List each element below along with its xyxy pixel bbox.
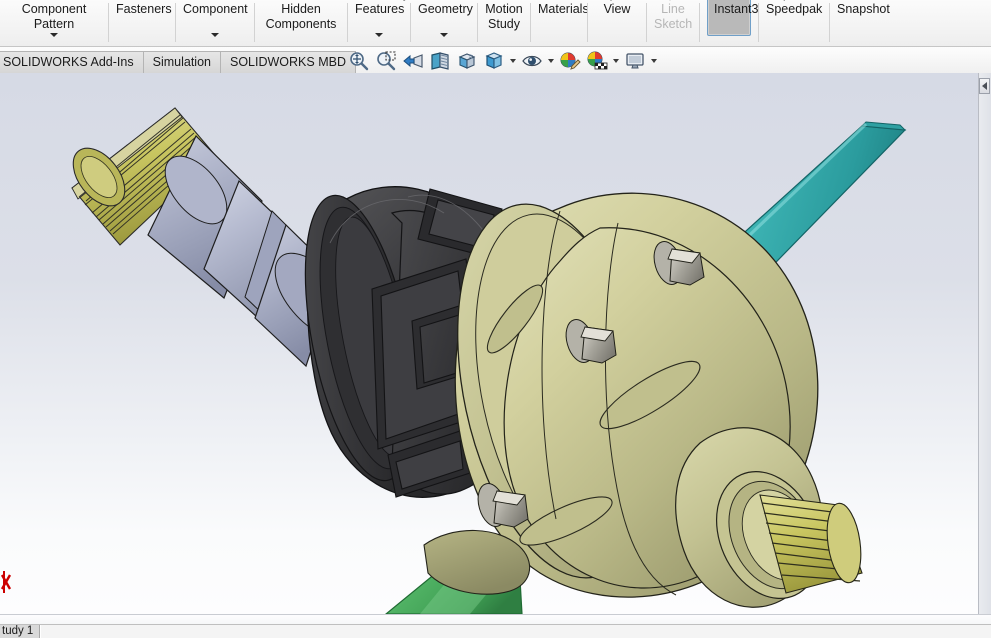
ribbon-button-label: Bill of Materials xyxy=(538,0,587,16)
edit-appearance-icon[interactable] xyxy=(556,49,583,73)
tab-solidworks-mbd[interactable]: SOLIDWORKS MBD xyxy=(219,51,356,73)
previous-view-icon[interactable] xyxy=(399,49,426,73)
chevron-down-icon[interactable] xyxy=(507,49,518,73)
chevron-down-icon[interactable] xyxy=(545,49,556,73)
model-3d-view[interactable] xyxy=(0,73,991,614)
ribbon-button-label: Explode Line Sketch xyxy=(654,0,699,31)
ribbon-button-label: Assembly Features xyxy=(355,0,409,16)
right-edge-panel xyxy=(978,73,991,614)
ribbon-button-label: Reference Geometry xyxy=(418,0,476,16)
study-tab[interactable]: tudy 1 xyxy=(0,625,41,638)
ribbon-button-update-speedpak[interactable]: Update Speedpak xyxy=(759,0,829,46)
status-bar: tudy 1 xyxy=(0,624,991,638)
hide-show-items-icon[interactable] xyxy=(518,49,545,73)
ribbon-button-linear-component-pattern[interactable]: Linear Component Pattern xyxy=(0,0,108,46)
graphics-bottom-gap xyxy=(0,614,991,624)
ribbon-button-show-hidden-components[interactable]: Show Hidden Components xyxy=(255,0,347,46)
ribbon-button-take-snapshot[interactable]: Take Snapshot xyxy=(830,0,896,46)
chevron-down-icon[interactable] xyxy=(648,49,659,73)
ribbon-button-label: Linear Component Pattern xyxy=(21,0,87,31)
tab-simulation[interactable]: Simulation xyxy=(142,51,221,73)
ribbon-button-exploded-view[interactable]: Exploded View xyxy=(588,0,646,46)
section-view-icon[interactable] xyxy=(426,49,453,73)
ribbon-button-label: Exploded View xyxy=(595,0,646,16)
zoom-to-area-icon[interactable] xyxy=(372,49,399,73)
chevron-down-icon[interactable] xyxy=(375,33,383,37)
ribbon-button-explode-line-sketch: Explode Line Sketch xyxy=(647,0,699,46)
apply-scene-icon[interactable] xyxy=(583,49,610,73)
ribbon-button-label: Show Hidden Components xyxy=(265,0,337,31)
view-orientation-icon[interactable] xyxy=(453,49,480,73)
ribbon-toolbar: Linear Component Pattern Smart Fasteners M… xyxy=(0,0,991,47)
origin-triad-icon xyxy=(0,571,12,593)
ribbon-button-label: Smart Fasteners xyxy=(116,0,172,16)
green-output-shaft[interactable] xyxy=(385,529,531,614)
ribbon-button-reference-geometry[interactable]: Reference Geometry xyxy=(411,0,477,46)
display-style-icon[interactable] xyxy=(480,49,507,73)
ribbon-button-label: Update Speedpak xyxy=(766,0,823,16)
solidworks-window: Linear Component Pattern Smart Fasteners M… xyxy=(0,0,991,638)
chevron-down-icon[interactable] xyxy=(50,33,58,37)
tab-solidworks-add-ins[interactable]: SOLIDWORKS Add-Ins xyxy=(0,51,144,73)
status-bar-message-area xyxy=(40,625,991,638)
ribbon-button-label: Take Snapshot xyxy=(837,0,890,16)
chevron-down-icon[interactable] xyxy=(610,49,621,73)
expand-panel-arrow-icon[interactable] xyxy=(979,78,990,94)
view-settings-icon[interactable] xyxy=(621,49,648,73)
ribbon-button-instant3d[interactable]: Instant3D xyxy=(700,0,758,46)
chevron-down-icon[interactable] xyxy=(440,33,448,37)
zoom-to-fit-icon[interactable] xyxy=(345,49,372,73)
graphics-area[interactable] xyxy=(0,73,991,614)
ribbon-button-assembly-features[interactable]: Assembly Features xyxy=(348,0,410,46)
ribbon-button-bill-of-materials[interactable]: Bill of Materials xyxy=(531,0,587,46)
ribbon-button-label: Instant3D xyxy=(707,0,758,36)
ribbon-button-move-component[interactable]: Move Component xyxy=(176,0,254,46)
ribbon-button-label: Move Component xyxy=(183,0,248,16)
chevron-down-icon[interactable] xyxy=(211,33,219,37)
heads-up-view-toolbar xyxy=(345,48,659,73)
ribbon-button-new-motion-study[interactable]: New Motion Study xyxy=(478,0,530,46)
ribbon-button-smart-fasteners[interactable]: Smart Fasteners xyxy=(109,0,175,46)
ribbon-button-label: New Motion Study xyxy=(485,0,523,31)
